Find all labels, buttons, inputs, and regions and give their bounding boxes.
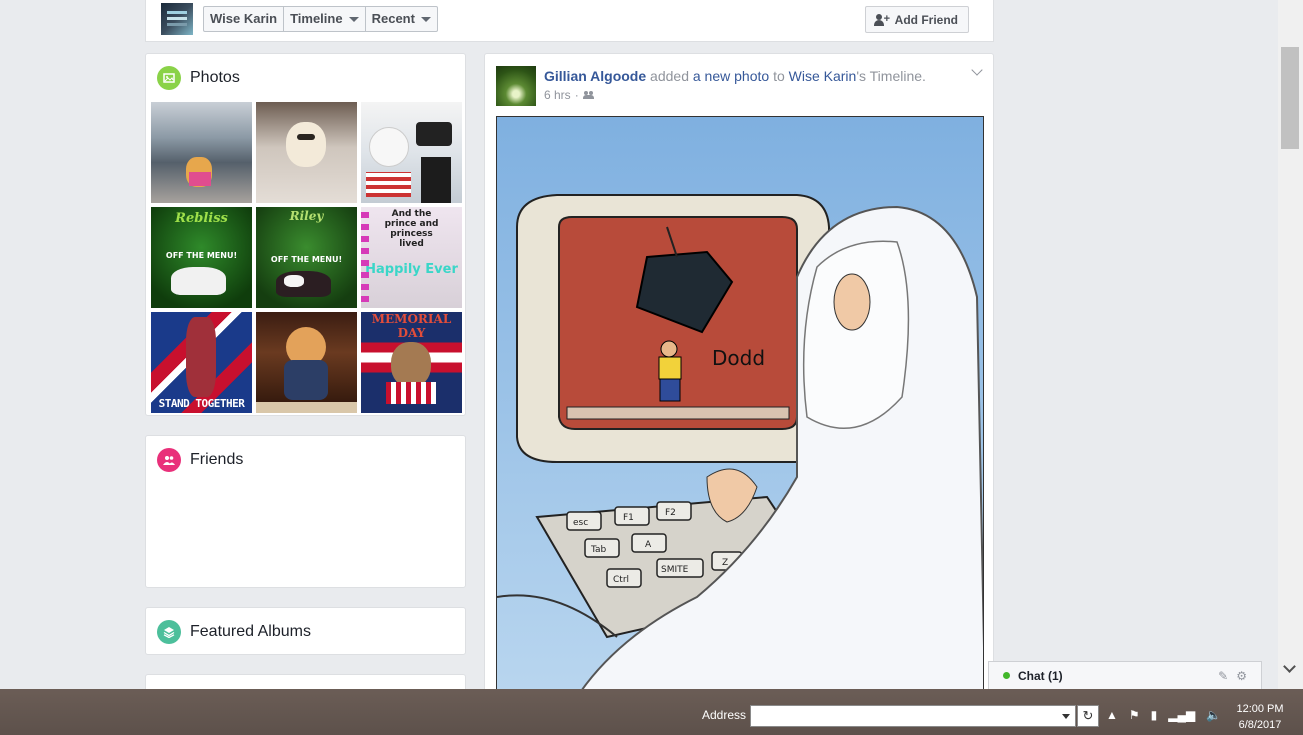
photos-title[interactable]: Photos <box>190 69 240 87</box>
post-action-text: added <box>650 68 689 84</box>
photo-tile[interactable]: Rebliss OFF THE MENU! <box>151 207 252 308</box>
key-label: Ctrl <box>613 575 629 585</box>
photo-tile[interactable] <box>151 102 252 203</box>
post-author-link[interactable]: Gillian Algoode <box>544 68 646 84</box>
featured-albums-header: Featured Albums <box>146 608 465 656</box>
timeline-nav-bar: Wise Karin Timeline Recent + Add Friend <box>145 0 994 42</box>
timeline-post: Gillian Algoode added a new photo to Wis… <box>484 53 994 693</box>
breadcrumb-profile-label: Wise Karin <box>210 11 278 26</box>
page-scrollbar[interactable] <box>1278 0 1303 689</box>
chat-bar[interactable]: Chat (1) ✎ ⚙ <box>988 661 1262 689</box>
key-label: esc <box>573 518 588 528</box>
caret-down-icon <box>420 16 431 22</box>
cartoon-caption: Dodd <box>712 346 765 370</box>
windows-taskbar: Address ↻ ▲ ⚑ ▮ ▂▄▆ 🔈 12:00 PM 6/8/2017 <box>0 689 1303 735</box>
key-label: F2 <box>665 508 676 518</box>
key-label: Tab <box>590 545 607 555</box>
scrollbar-thumb[interactable] <box>1281 47 1299 149</box>
post-object-link[interactable]: a new photo <box>693 68 769 84</box>
breadcrumb-recent-dropdown[interactable]: Recent <box>366 7 437 31</box>
key-label: A <box>645 540 652 550</box>
photo-tile-subtext: OFF THE MENU! <box>270 255 343 264</box>
photo-tile[interactable] <box>361 102 462 203</box>
photo-tile[interactable]: And the prince and princess lived Happil… <box>361 207 462 308</box>
tray-expand-icon[interactable]: ▲ <box>1106 708 1118 722</box>
refresh-icon[interactable]: ↻ <box>1077 705 1099 727</box>
scroll-down-arrow-icon[interactable] <box>1283 660 1296 673</box>
breadcrumb-profile[interactable]: Wise Karin <box>204 7 285 31</box>
compose-icon[interactable]: ✎ <box>1218 669 1228 683</box>
post-meta-separator: · <box>574 88 579 102</box>
author-avatar[interactable] <box>496 66 536 106</box>
action-center-flag-icon[interactable]: ⚑ <box>1129 708 1140 722</box>
network-signal-icon[interactable]: ▂▄▆ <box>1168 708 1195 722</box>
photo-tile-label: STAND TOGETHER <box>158 397 245 410</box>
photos-grid: Rebliss OFF THE MENU! Riley OFF THE MENU… <box>151 102 462 413</box>
breadcrumb-timeline-dropdown[interactable]: Timeline <box>284 7 366 31</box>
photo-tile-label: And the prince and princess lived <box>384 209 439 249</box>
photo-tile-label: Riley <box>289 209 324 223</box>
featured-albums-title[interactable]: Featured Albums <box>190 623 311 641</box>
photos-icon <box>157 66 181 90</box>
taskbar-clock[interactable]: 12:00 PM 6/8/2017 <box>1220 701 1300 733</box>
chat-label: Chat (1) <box>1018 668 1063 683</box>
chat-tools: ✎ ⚙ <box>1218 669 1247 683</box>
post-photo[interactable]: Dodd esc F1 F2 Tab A SMITE Z Ctrl <box>496 116 984 692</box>
post-meta: 6 hrs · <box>544 88 594 102</box>
friends-card: Friends <box>145 435 466 588</box>
post-target-link[interactable]: Wise Karin <box>789 68 857 84</box>
add-friend-label: Add Friend <box>894 12 958 27</box>
photos-card-header: Photos <box>146 54 465 102</box>
audience-friends-icon[interactable] <box>582 91 594 99</box>
post-headline: Gillian Algoode added a new photo to Wis… <box>544 68 926 84</box>
photo-tile-label: MEMORIAL DAY <box>371 312 452 340</box>
clock-date: 6/8/2017 <box>1238 719 1282 731</box>
photo-tile-subtext: OFF THE MENU! <box>165 251 238 260</box>
key-label: F1 <box>623 513 634 523</box>
photos-card: Photos Rebliss OFF THE MENU! Riley OFF T… <box>145 53 466 416</box>
featured-albums-card: Featured Albums <box>145 607 466 655</box>
friends-icon <box>157 448 181 472</box>
post-timestamp[interactable]: 6 hrs <box>544 88 571 102</box>
add-friend-icon: + <box>873 13 890 26</box>
photo-tile[interactable]: Riley OFF THE MENU! <box>256 207 357 308</box>
post-options-chevron-icon[interactable] <box>971 64 983 76</box>
photo-tile[interactable] <box>256 102 357 203</box>
photo-tile-label: Rebliss <box>175 211 228 226</box>
post-to-text: to <box>773 68 785 84</box>
add-friend-button[interactable]: + Add Friend <box>864 6 969 33</box>
caret-down-icon <box>348 16 359 22</box>
photo-tile[interactable]: STAND TOGETHER <box>151 312 252 413</box>
clock-time: 12:00 PM <box>1236 703 1284 715</box>
volume-icon[interactable]: 🔈 <box>1206 708 1221 722</box>
power-icon[interactable]: ▮ <box>1151 708 1158 722</box>
friends-card-header: Friends <box>146 436 465 484</box>
photo-tile[interactable] <box>256 312 357 413</box>
post-target-suffix: 's Timeline. <box>856 68 926 84</box>
key-label: Z <box>722 558 728 568</box>
friends-title[interactable]: Friends <box>190 451 243 469</box>
online-status-dot <box>1003 672 1010 679</box>
gear-icon[interactable]: ⚙ <box>1236 669 1247 683</box>
breadcrumb-recent-label: Recent <box>371 11 415 26</box>
profile-thumbnail[interactable] <box>161 3 193 35</box>
address-toolbar-label: Address <box>702 708 747 722</box>
photo-tile[interactable]: MEMORIAL DAY <box>361 312 462 413</box>
breadcrumb: Wise Karin Timeline Recent <box>203 6 438 32</box>
breadcrumb-timeline-label: Timeline <box>290 11 343 26</box>
key-label: SMITE <box>661 565 689 575</box>
cartoon-illustration: Dodd esc F1 F2 Tab A SMITE Z Ctrl <box>497 117 983 692</box>
dropdown-arrow-icon[interactable] <box>1062 714 1070 719</box>
address-input[interactable] <box>750 705 1076 727</box>
albums-stack-icon <box>157 620 181 644</box>
system-tray: ▲ ⚑ ▮ ▂▄▆ 🔈 <box>1106 708 1221 722</box>
photo-tile-subtext: Happily Ever <box>365 262 458 277</box>
